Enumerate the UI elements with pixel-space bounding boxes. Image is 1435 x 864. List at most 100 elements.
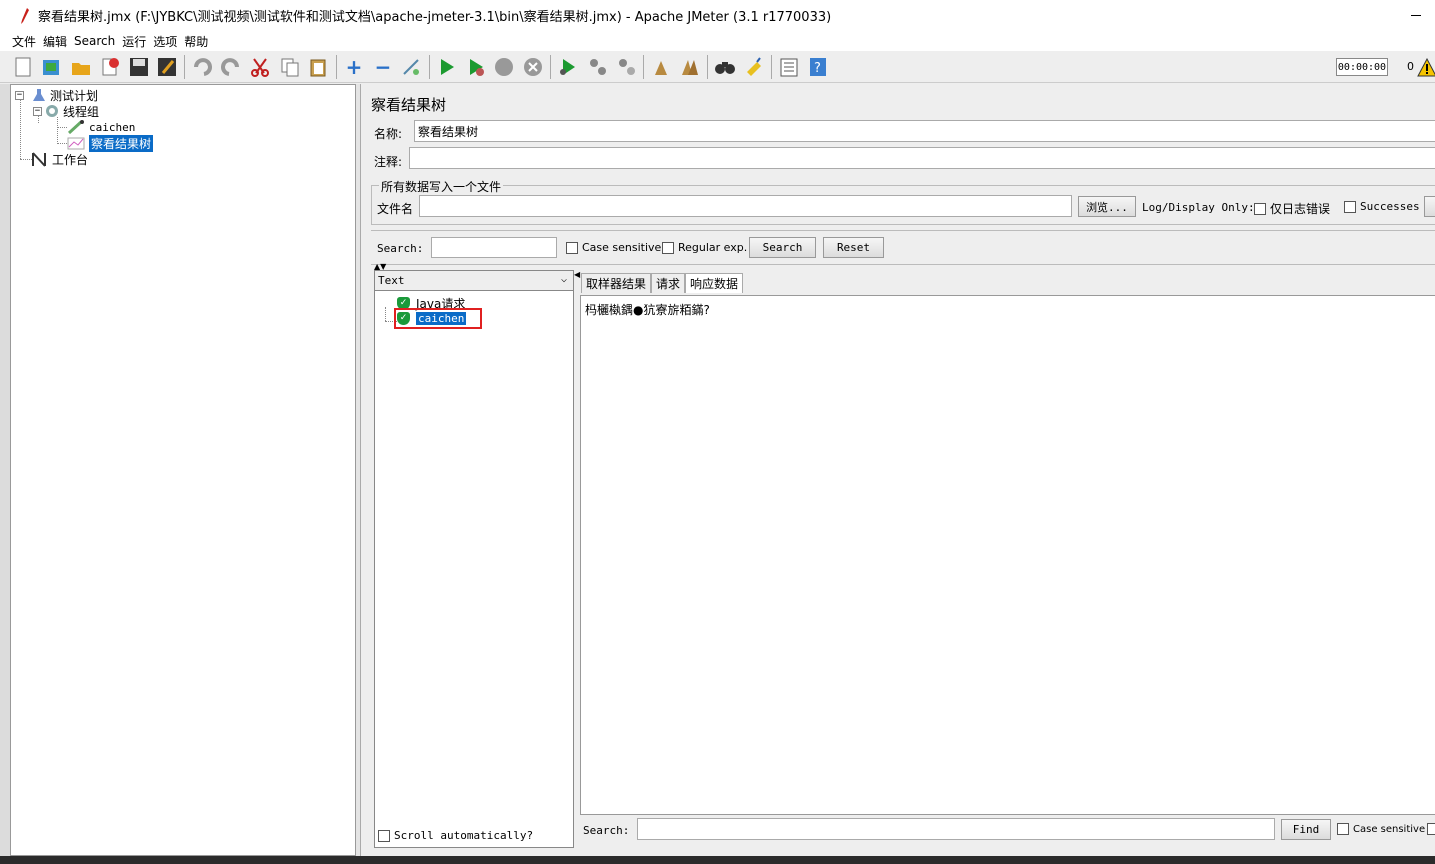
- highlight-annotation: [394, 308, 482, 329]
- taskbar-edge: [0, 856, 1435, 864]
- remote-stop-icon[interactable]: [587, 56, 609, 78]
- panel-title: 察看结果树: [371, 96, 447, 114]
- remote-start-icon[interactable]: [557, 56, 579, 78]
- clear-icon[interactable]: [650, 56, 672, 78]
- detail-case-sensitive-checkbox[interactable]: Case sensitive: [1337, 823, 1425, 835]
- tree-label-sampler: caichen: [89, 120, 136, 134]
- tree-node-sampler[interactable]: caichen: [67, 119, 135, 135]
- svg-text:?: ?: [814, 61, 821, 76]
- detail-search-label: Search:: [583, 824, 630, 837]
- save-icon[interactable]: [128, 56, 150, 78]
- scroll-auto-checkbox[interactable]: Scroll automatically?: [378, 829, 533, 842]
- tab-request[interactable]: 请求: [651, 273, 686, 293]
- renderer-value: Text: [378, 274, 405, 287]
- gear-icon: [46, 105, 58, 117]
- toggle-icon[interactable]: [400, 56, 422, 78]
- clear-all-icon[interactable]: [679, 56, 701, 78]
- collapse-icon[interactable]: −: [372, 55, 394, 79]
- save-as-icon[interactable]: [156, 56, 178, 78]
- open-icon[interactable]: [70, 56, 92, 78]
- test-plan-icon: [33, 89, 45, 101]
- search-label: Search:: [377, 242, 424, 255]
- tree-node-listener[interactable]: 察看结果树: [67, 134, 154, 152]
- tree-label-thread-group: 线程组: [63, 104, 100, 119]
- tree-node-workbench[interactable]: 工作台: [31, 151, 88, 167]
- case-sensitive-label: Case sensitive: [582, 241, 662, 254]
- menu-edit[interactable]: 编辑: [43, 33, 67, 50]
- paste-icon[interactable]: [307, 56, 329, 78]
- start-icon[interactable]: [436, 56, 458, 78]
- detail-search-input[interactable]: [637, 818, 1275, 840]
- name-field[interactable]: 察看结果树: [414, 120, 1435, 142]
- function-helper-icon[interactable]: [778, 56, 800, 78]
- filename-label: 文件名: [377, 202, 414, 216]
- help-icon[interactable]: ?: [807, 56, 829, 78]
- new-icon[interactable]: [12, 56, 34, 78]
- search-input[interactable]: [431, 237, 557, 258]
- tab-sampler-result[interactable]: 取样器结果: [581, 273, 652, 293]
- templates-icon[interactable]: [40, 56, 62, 78]
- reset-button[interactable]: Reset: [823, 237, 884, 258]
- expand-icon[interactable]: +: [343, 55, 365, 79]
- detail-case-sensitive-label: Case sensitive: [1353, 823, 1426, 835]
- response-text: 杩欐槸鍝●犺寮旂粨鏋?: [585, 303, 710, 317]
- remote-shutdown-icon[interactable]: [616, 56, 638, 78]
- view-results-tree-panel: 察看结果树 名称: 察看结果树 注释: 所有数据写入一个文件 文件名 浏览...…: [360, 84, 1435, 856]
- tab-response-data[interactable]: 响应数据: [685, 273, 744, 293]
- divider-arrow-icon[interactable]: ◀: [574, 270, 580, 279]
- menu-file[interactable]: 文件: [12, 33, 36, 50]
- tree-label-listener: 察看结果树: [89, 134, 154, 152]
- search-button[interactable]: Search: [749, 237, 816, 258]
- window-title: 察看结果树.jmx (F:\JYBKC\测试视频\测试软件和测试文档\apach…: [38, 10, 832, 25]
- collapse-toggle[interactable]: −: [15, 90, 24, 100]
- chevron-down-icon: ⌵: [560, 274, 567, 285]
- reset-search-icon[interactable]: [743, 56, 765, 78]
- find-button[interactable]: Find: [1281, 819, 1331, 840]
- scroll-auto-label: Scroll automatically?: [394, 829, 534, 842]
- start-no-pause-icon[interactable]: [465, 56, 487, 78]
- browse-button[interactable]: 浏览...: [1078, 196, 1136, 217]
- close-icon[interactable]: [99, 56, 121, 78]
- collapse-toggle[interactable]: −: [33, 106, 42, 116]
- regex-checkbox[interactable]: Regular exp.: [662, 241, 747, 254]
- response-data-view[interactable]: 杩欐槸鍝●犺寮旂粨鏋?: [580, 295, 1435, 815]
- jmeter-window: 察看结果树.jmx (F:\JYBKC\测试视频\测试软件和测试文档\apach…: [0, 0, 1435, 864]
- tree-label-test-plan: 测试计划: [50, 88, 99, 103]
- errors-only-label: 仅日志错误: [1270, 202, 1331, 216]
- name-label: 名称:: [374, 127, 403, 141]
- menu-help[interactable]: 帮助: [184, 33, 208, 50]
- comment-label: 注释:: [374, 155, 403, 169]
- detail-regex-checkbox[interactable]: [1427, 823, 1435, 835]
- toolbar: + − ? 00:00:00 0: [0, 51, 1435, 83]
- regex-label: Regular exp.: [678, 241, 748, 254]
- jmeter-feather-icon: [21, 7, 29, 24]
- shutdown-icon[interactable]: [522, 56, 544, 78]
- tree-label-workbench: 工作台: [52, 152, 89, 167]
- case-sensitive-checkbox[interactable]: Case sensitive: [566, 241, 661, 254]
- errors-only-checkbox[interactable]: 仅日志错误: [1254, 200, 1330, 217]
- copy-icon[interactable]: [279, 56, 301, 78]
- configure-button[interactable]: [1424, 196, 1435, 217]
- cut-icon[interactable]: [249, 56, 271, 78]
- search-icon[interactable]: [714, 56, 736, 78]
- successes-label: Successes: [1360, 200, 1420, 213]
- stop-icon[interactable]: [493, 56, 515, 78]
- title-bar: 察看结果树.jmx (F:\JYBKC\测试视频\测试软件和测试文档\apach…: [0, 0, 1435, 31]
- menu-run[interactable]: 运行: [122, 33, 146, 50]
- comment-field[interactable]: [409, 147, 1435, 169]
- tree-node-thread-group[interactable]: − 线程组: [33, 103, 99, 119]
- filename-field[interactable]: [419, 195, 1072, 217]
- minimize-button[interactable]: [1411, 15, 1421, 16]
- renderer-select[interactable]: Text ⌵: [375, 271, 573, 291]
- menu-options[interactable]: 选项: [153, 33, 177, 50]
- menu-bar: 文件 编辑 Search 运行 选项 帮助: [0, 31, 1435, 51]
- undo-icon[interactable]: [191, 56, 213, 78]
- successes-checkbox[interactable]: Successes: [1344, 200, 1420, 213]
- file-group-title: 所有数据写入一个文件: [379, 178, 504, 195]
- menu-search[interactable]: Search: [74, 34, 115, 48]
- redo-icon[interactable]: [220, 56, 242, 78]
- result-list: Text ⌵ ✓ Java请求 ✓ caichen Scroll automat…: [374, 270, 574, 848]
- warning-icon[interactable]: [1417, 58, 1435, 77]
- tree-node-test-plan[interactable]: − 测试计划: [15, 87, 98, 103]
- left-edge: [0, 84, 10, 864]
